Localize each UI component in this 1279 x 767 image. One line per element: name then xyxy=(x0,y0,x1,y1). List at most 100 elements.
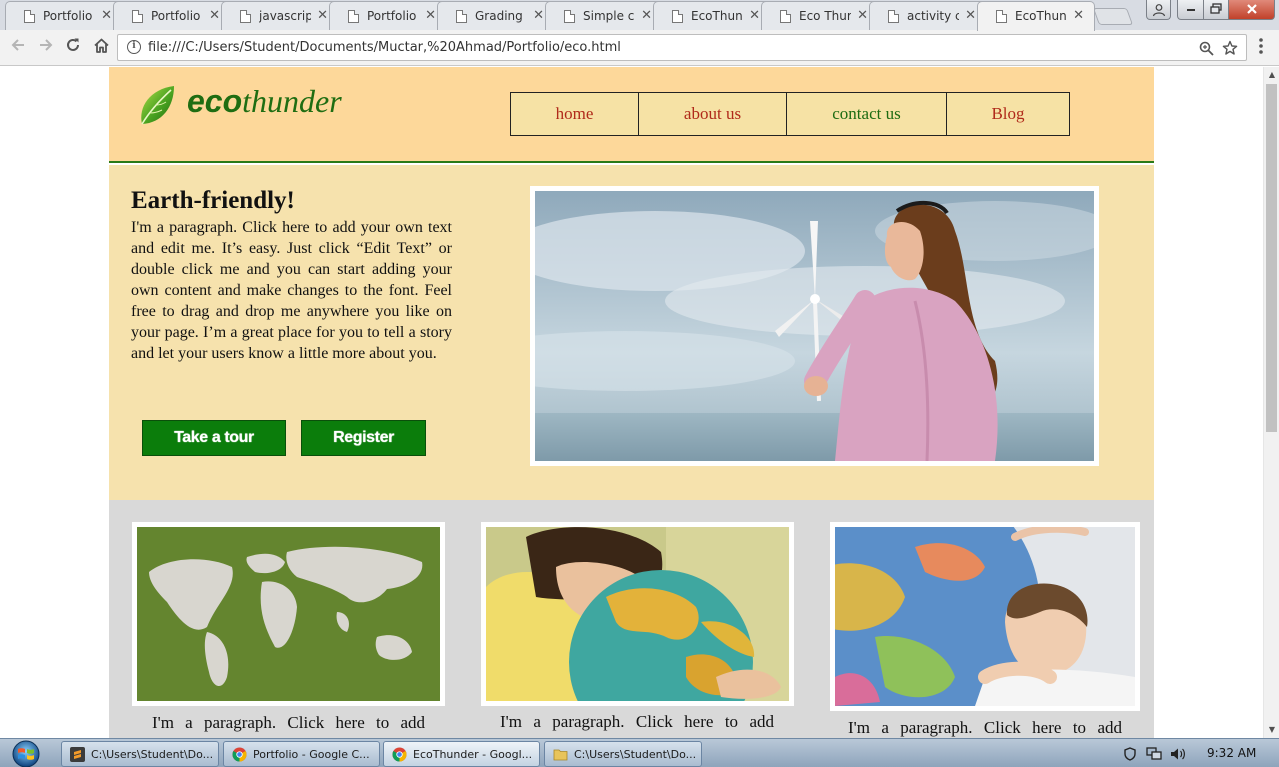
eco-site: ecothunder home about us contact us Blog… xyxy=(109,67,1154,738)
sublime-text-icon xyxy=(70,747,85,762)
start-button[interactable] xyxy=(6,739,52,767)
tab-close-icon[interactable]: ✕ xyxy=(317,8,328,23)
browser-toolbar: i file:///C:/Users/Student/Documents/Muc… xyxy=(0,30,1279,66)
windows-start-icon xyxy=(12,740,40,767)
browser-tab[interactable]: javascript ✕ xyxy=(221,1,339,30)
browser-tab[interactable]: Portfolio ✕ xyxy=(5,1,123,30)
page-icon xyxy=(888,10,899,23)
windows-taskbar: C:\Users\Student\Do... Portfolio - Googl… xyxy=(0,738,1279,767)
zoom-icon xyxy=(1199,41,1214,56)
address-url[interactable]: file:///C:/Users/Student/Documents/Mucta… xyxy=(148,40,621,55)
page-icon xyxy=(996,10,1007,23)
browser-menu-button[interactable] xyxy=(1256,37,1266,55)
action-center-icon[interactable] xyxy=(1123,747,1137,764)
page-icon xyxy=(240,10,251,23)
nav-blog[interactable]: Blog xyxy=(947,93,1069,135)
zoom-button[interactable] xyxy=(1199,38,1214,60)
tab-close-icon[interactable]: ✕ xyxy=(425,8,436,23)
page-viewport: ecothunder home about us contact us Blog… xyxy=(0,67,1263,738)
tab-title: Portfolio xyxy=(43,9,93,23)
stone-world-map-photo xyxy=(137,527,440,701)
taskbar-clock[interactable]: 9:32 AM xyxy=(1207,746,1256,760)
page-icon xyxy=(348,10,359,23)
card-paragraph: I'm a paragraph. Click here to add xyxy=(500,712,774,731)
task-label: C:\Users\Student\Do... xyxy=(91,748,214,761)
features-section: I'm a paragraph. Click here to add I'm a… xyxy=(109,500,1154,738)
info-icon[interactable]: i xyxy=(127,40,141,54)
logo-thunder: thunder xyxy=(242,83,342,119)
tab-title: Portfolio xyxy=(367,9,417,23)
girl-wind-turbine-photo xyxy=(535,191,1094,461)
page-icon xyxy=(456,10,467,23)
chrome-icon xyxy=(232,747,247,762)
scroll-down-icon[interactable]: ▼ xyxy=(1264,722,1279,738)
back-button[interactable] xyxy=(7,37,29,59)
tab-title: EcoThun xyxy=(1015,9,1067,23)
forward-button[interactable] xyxy=(35,37,57,59)
taskbar-task-sublime[interactable]: C:\Users\Student\Do... xyxy=(61,741,219,767)
tab-close-icon[interactable]: ✕ xyxy=(749,8,760,23)
browser-tab[interactable]: Portfolio ✕ xyxy=(113,1,231,30)
browser-tab-active[interactable]: EcoThun ✕ xyxy=(977,1,1095,31)
taskbar-task-chrome-ecothunder[interactable]: EcoThunder - Googl... xyxy=(383,741,540,767)
page-icon xyxy=(132,10,143,23)
tab-close-icon[interactable]: ✕ xyxy=(101,8,112,23)
tab-title: EcoThun xyxy=(691,9,743,23)
window-close-button[interactable] xyxy=(1228,0,1275,20)
browser-tab[interactable]: Grading ✕ xyxy=(437,1,555,30)
task-label: Portfolio - Google C... xyxy=(253,748,370,761)
chrome-icon xyxy=(392,747,407,762)
minimize-icon xyxy=(1186,9,1195,11)
browser-tab[interactable]: Portfolio ✕ xyxy=(329,1,447,30)
tab-close-icon[interactable]: ✕ xyxy=(209,8,220,23)
browser-tab[interactable]: Eco Thur ✕ xyxy=(761,1,879,30)
task-label: EcoThunder - Googl... xyxy=(413,748,533,761)
browser-tab[interactable]: activity c ✕ xyxy=(869,1,987,30)
browser-tab[interactable]: EcoThun ✕ xyxy=(653,1,771,30)
scrollbar-thumb[interactable] xyxy=(1266,84,1277,432)
nav-home[interactable]: home xyxy=(511,93,639,135)
home-button[interactable] xyxy=(90,37,112,59)
page-icon xyxy=(672,10,683,23)
nav-contact-us[interactable]: contact us xyxy=(787,93,947,135)
site-nav: home about us contact us Blog xyxy=(510,92,1070,136)
scroll-up-icon[interactable]: ▲ xyxy=(1264,67,1279,83)
kebab-menu-icon xyxy=(1259,38,1263,54)
site-logo[interactable]: ecothunder xyxy=(138,81,368,129)
tab-close-icon[interactable]: ✕ xyxy=(641,8,652,23)
taskbar-task-chrome-portfolio[interactable]: Portfolio - Google C... xyxy=(223,741,380,767)
restore-button[interactable] xyxy=(1203,0,1229,20)
user-profile-button[interactable] xyxy=(1146,0,1171,20)
minimize-button[interactable] xyxy=(1177,0,1204,20)
reload-button[interactable] xyxy=(62,37,84,59)
star-icon xyxy=(1222,40,1238,55)
leaf-icon xyxy=(141,86,174,125)
vertical-scrollbar[interactable]: ▲ ▼ xyxy=(1263,67,1279,738)
new-tab-button[interactable] xyxy=(1092,8,1134,25)
hero-title: Earth-friendly! xyxy=(131,187,295,214)
network-icon[interactable] xyxy=(1146,747,1162,764)
close-icon xyxy=(1246,4,1257,14)
logo-wordmark: ecothunder xyxy=(187,83,342,120)
tab-title: javascript xyxy=(259,9,311,23)
hero-section: Earth-friendly! I'm a paragraph. Click h… xyxy=(109,165,1154,500)
bookmark-button[interactable] xyxy=(1222,37,1238,60)
register-button[interactable]: Register xyxy=(301,420,426,456)
page-icon xyxy=(564,10,575,23)
tab-close-icon[interactable]: ✕ xyxy=(533,8,544,23)
folder-icon xyxy=(553,747,568,762)
nav-about-us[interactable]: about us xyxy=(639,93,787,135)
card-image-boy-globe xyxy=(830,522,1140,711)
hero-image xyxy=(530,186,1099,466)
tab-close-icon[interactable]: ✕ xyxy=(857,8,868,23)
browser-tab[interactable]: Simple c ✕ xyxy=(545,1,663,30)
tab-title: Eco Thur xyxy=(799,9,851,23)
take-a-tour-button[interactable]: Take a tour xyxy=(142,420,286,456)
address-bar[interactable]: i file:///C:/Users/Student/Documents/Muc… xyxy=(117,34,1247,61)
reload-icon xyxy=(67,38,79,51)
taskbar-task-explorer[interactable]: C:\Users\Student\Do... xyxy=(544,741,702,767)
tab-close-icon[interactable]: ✕ xyxy=(1073,8,1084,23)
volume-icon[interactable] xyxy=(1170,747,1186,764)
tab-close-icon[interactable]: ✕ xyxy=(965,8,976,23)
page-icon xyxy=(780,10,791,23)
